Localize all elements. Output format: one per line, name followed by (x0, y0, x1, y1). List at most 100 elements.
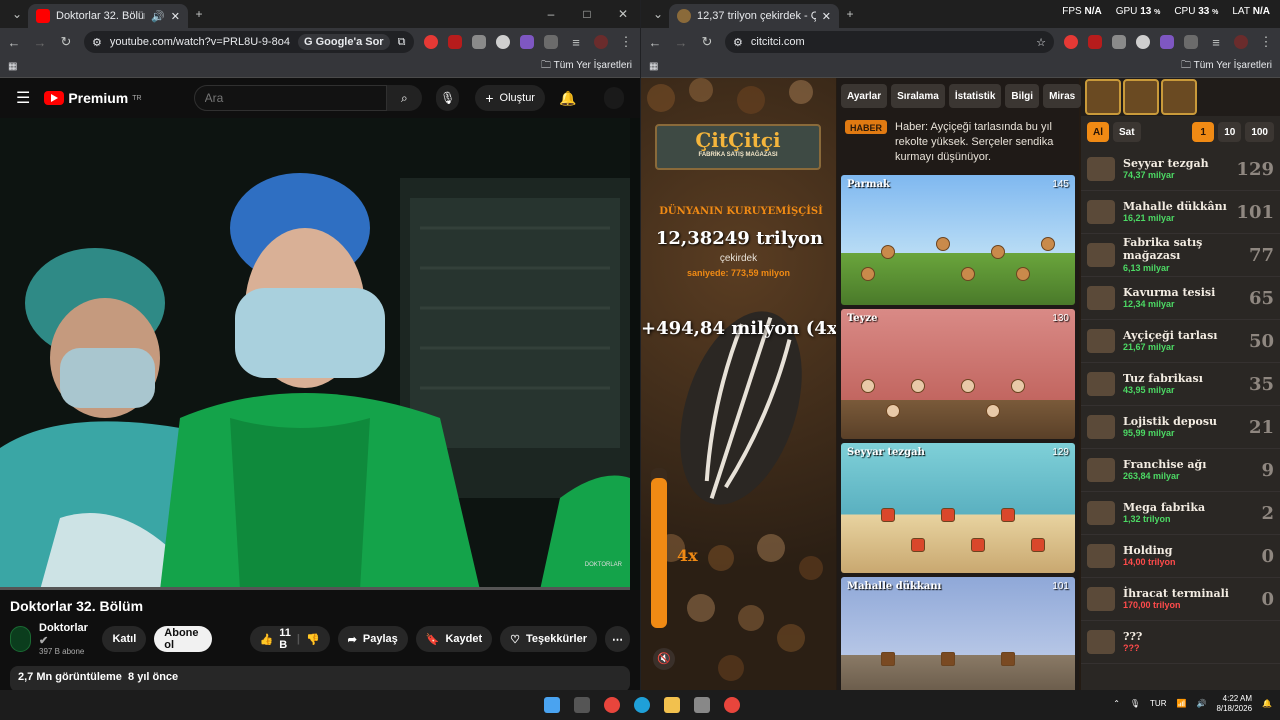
extension-chatgpt-icon[interactable] (1136, 35, 1150, 49)
join-button[interactable]: Katıl (102, 626, 147, 652)
clock[interactable]: 4:22 AM 8/18/2026 (1216, 694, 1252, 713)
tab-settings[interactable]: Ayarlar (841, 84, 888, 108)
upgrade-network-icon[interactable] (1123, 79, 1159, 115)
building-item[interactable]: Mahalle dükkânı 16,21 milyar 101 (1081, 191, 1280, 234)
channel-name-row[interactable]: Doktorlar ✔ (39, 622, 94, 647)
profile-avatar[interactable] (1234, 35, 1248, 49)
address-bar[interactable]: ⚙ youtube.com/watch?v=PRL8U-9-8o4 G Goog… (84, 31, 414, 53)
extension-tp-icon[interactable] (448, 35, 462, 49)
app-icon[interactable] (694, 697, 710, 713)
extensions-puzzle-icon[interactable] (1184, 35, 1198, 49)
tab-leaderboard[interactable]: Sıralama (891, 84, 945, 108)
save-button[interactable]: 🔖 Kaydet (415, 626, 493, 652)
address-bar[interactable]: ⚙ citcitci.com ☆ (725, 31, 1054, 53)
building-item[interactable]: Kavurma tesisi 12,34 milyar 65 (1081, 277, 1280, 320)
more-actions-button[interactable]: ⋯ (604, 626, 630, 652)
extension-red-icon[interactable] (424, 35, 438, 49)
all-bookmarks-button[interactable]: 🗀 Tüm Yer İşaretleri (1181, 58, 1272, 75)
account-avatar[interactable] (604, 87, 625, 109)
building-item[interactable]: ?????? (1081, 621, 1280, 664)
production-card-parmak[interactable]: Parmak 145 (841, 174, 1075, 305)
file-explorer-icon[interactable] (664, 697, 680, 713)
tab-search-icon[interactable]: ⌄ (647, 7, 669, 21)
building-item[interactable]: Tuz fabrikası 43,95 milyar 35 (1081, 363, 1280, 406)
upgrade-sunflower-icon[interactable] (1085, 79, 1121, 115)
reload-icon[interactable]: ↻ (699, 34, 715, 50)
bookmark-star-icon[interactable]: ☆ (1036, 36, 1046, 49)
tab-search-icon[interactable]: ⌄ (6, 7, 28, 21)
new-tab-icon[interactable]: + (839, 7, 861, 21)
extension-shield-icon[interactable] (1160, 35, 1174, 49)
site-info-icon[interactable]: ⚙ (92, 36, 102, 49)
voice-search-button[interactable]: 🎙 (436, 85, 460, 111)
mute-icon[interactable]: 🔇 (653, 648, 675, 670)
amount-1-button[interactable]: 1 (1192, 122, 1215, 142)
forward-icon[interactable]: → (32, 35, 48, 50)
reading-list-icon[interactable]: ≡ (1208, 35, 1224, 50)
site-info-icon[interactable]: ⚙ (733, 36, 743, 49)
menu-icon[interactable]: ⋮ (618, 34, 634, 50)
reload-icon[interactable]: ↻ (58, 34, 74, 50)
search-button[interactable]: ⌕ (386, 85, 423, 111)
profile-avatar[interactable] (594, 35, 608, 49)
input-language[interactable]: TUR (1150, 699, 1166, 708)
install-icon[interactable]: ⧉ (398, 36, 406, 49)
search-input[interactable] (193, 85, 387, 111)
all-bookmarks-button[interactable]: 🗀 Tüm Yer İşaretleri (541, 58, 632, 75)
task-view-icon[interactable] (574, 697, 590, 713)
building-item[interactable]: Holding 14,00 trilyon 0 (1081, 535, 1280, 578)
building-item[interactable]: Fabrika satış mağazası 6,13 milyar 77 (1081, 234, 1280, 277)
amount-100-button[interactable]: 100 (1245, 122, 1274, 142)
maximize-icon[interactable]: □ (576, 7, 598, 21)
building-item[interactable]: Ayçiçeği tarlası 21,67 milyar 50 (1081, 320, 1280, 363)
new-tab-icon[interactable]: + (188, 7, 210, 21)
like-button[interactable]: 👍 11 B | 👎 (249, 626, 330, 652)
microphone-tray-icon[interactable]: 🎙 (1130, 699, 1140, 708)
reading-list-icon[interactable]: ≡ (568, 35, 584, 50)
tab-stats[interactable]: İstatistik (948, 84, 1002, 108)
sell-mode-button[interactable]: Sat (1113, 122, 1141, 142)
building-item[interactable]: Mega fabrika 1,32 trilyon 2 (1081, 492, 1280, 535)
thumbs-down-icon[interactable]: 👎 (306, 633, 320, 646)
extension-chatgpt-icon[interactable] (496, 35, 510, 49)
share-button[interactable]: ➦ Paylaş (337, 626, 408, 652)
thanks-button[interactable]: ♡ Teşekkürler (500, 626, 597, 652)
close-window-icon[interactable]: ✕ (612, 7, 634, 21)
apps-grid-icon[interactable]: ▦ (649, 61, 658, 72)
upgrade-factory-icon[interactable] (1161, 79, 1197, 115)
bookmark-star-icon[interactable]: ☆ (413, 36, 414, 49)
close-tab-icon[interactable]: ✕ (171, 10, 180, 23)
description-box[interactable]: 2,7 Mn görüntüleme 8 yıl önce (10, 666, 630, 690)
wifi-icon[interactable]: 📶 (1177, 699, 1187, 708)
back-icon[interactable]: ← (647, 35, 663, 50)
google-lens-chip[interactable]: G Google'a Sor (297, 34, 390, 50)
start-button-icon[interactable] (544, 697, 560, 713)
amount-10-button[interactable]: 10 (1218, 122, 1242, 142)
production-card-teyze[interactable]: Teyze 130 (841, 308, 1075, 439)
buy-mode-button[interactable]: Al (1087, 122, 1109, 142)
minimize-icon[interactable]: – (540, 7, 562, 21)
video-player[interactable]: DOKTORLAR (0, 118, 640, 590)
chrome-icon[interactable] (604, 697, 620, 713)
building-item[interactable]: Lojistik deposu 95,99 milyar 21 (1081, 406, 1280, 449)
production-card-seyyar-tezgah[interactable]: Seyyar tezgah 129 (841, 442, 1075, 573)
building-item[interactable]: Franchise ağı 263,84 milyar 9 (1081, 449, 1280, 492)
extension-red-icon[interactable] (1064, 35, 1078, 49)
extension-gray-icon[interactable] (1112, 35, 1126, 49)
progress-bar[interactable] (0, 587, 630, 590)
channel-avatar[interactable] (10, 626, 31, 652)
notifications-bell-icon[interactable]: 🔔 (559, 90, 576, 107)
apps-grid-icon[interactable]: ▦ (8, 61, 17, 72)
forward-icon[interactable]: → (673, 35, 689, 50)
youtube-logo[interactable]: Premium TR (44, 90, 142, 106)
edge-icon[interactable] (634, 697, 650, 713)
tray-chevron-icon[interactable]: ⌃ (1113, 699, 1120, 708)
close-tab-icon[interactable]: ✕ (822, 10, 831, 23)
subscribe-button[interactable]: Abone ol (154, 626, 212, 652)
tab-info[interactable]: Bilgi (1005, 84, 1040, 108)
building-item[interactable]: İhracat terminali 170,00 trilyon 0 (1081, 578, 1280, 621)
notifications-icon[interactable]: 🔔 (1262, 699, 1272, 708)
building-item[interactable]: Seyyar tezgah 74,37 milyar 129 (1081, 148, 1280, 191)
volume-icon[interactable]: 🔊 (1196, 699, 1206, 708)
menu-icon[interactable]: ⋮ (1258, 34, 1274, 50)
